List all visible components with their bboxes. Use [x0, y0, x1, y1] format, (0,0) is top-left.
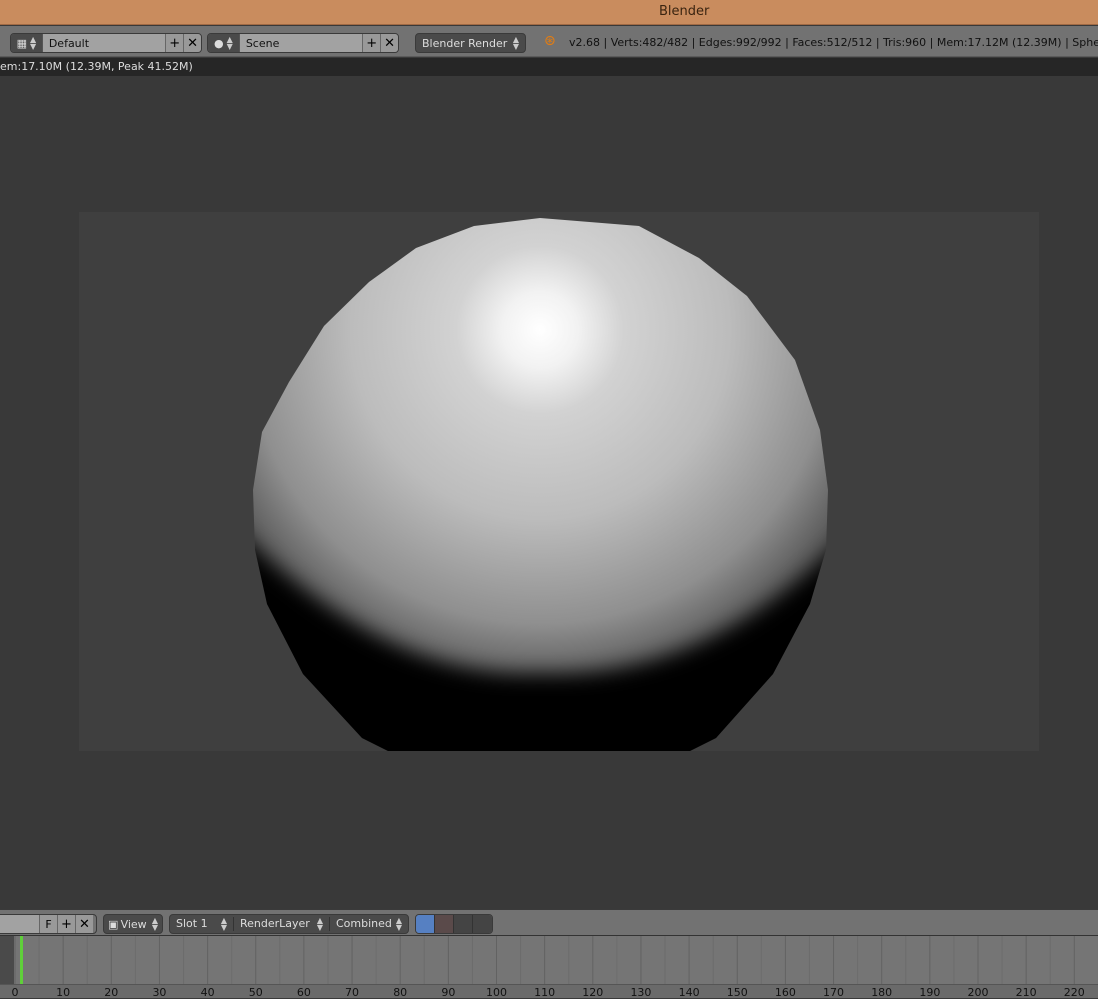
frame-tick-label: 70	[345, 986, 360, 999]
close-icon[interactable]: ✕	[183, 34, 201, 52]
timeline[interactable]: 0 10 20 30 40 50 60 70 80 90 100 110 120 130 140 150 160…	[0, 935, 1098, 999]
z-buffer-icon[interactable]	[454, 915, 473, 933]
render-layer-label: RenderLayer	[240, 917, 310, 930]
frame-tick-label: 160	[774, 986, 796, 999]
frame-tick-label: 170	[823, 986, 845, 999]
render-pass-dropdown[interactable]: Combined ▲ ▼	[330, 917, 408, 932]
frame-tick-label: 40	[200, 986, 215, 999]
frame-tick-label: 0	[11, 986, 19, 999]
timeline-grid	[14, 936, 1098, 984]
close-icon[interactable]: ✕	[75, 915, 93, 933]
frame-tick-label: 150	[726, 986, 748, 999]
color-only-icon[interactable]	[473, 915, 492, 933]
render-engine-dropdown[interactable]: Blender Render ▲ ▼	[415, 33, 526, 53]
scene-statistics: v2.68 | Verts:482/482 | Edges:992/992 | …	[569, 36, 1098, 49]
frame-tick-label: 180	[871, 986, 893, 999]
frame-tick-label: 100	[486, 986, 507, 999]
render-result-image	[79, 212, 1039, 751]
add-icon[interactable]: +	[57, 915, 75, 933]
frame-tick-label: 90	[441, 986, 456, 999]
info-header: ▦ ▲ ▼ Default + ✕ ● ▲ ▼ Scene + ✕ Blender Re…	[0, 26, 1098, 57]
frame-tick-label: 190	[919, 986, 941, 999]
render-pass-label: Combined	[336, 917, 392, 930]
screen-layout-field[interactable]: Default	[41, 34, 166, 52]
blender-logo-icon: ⊛	[544, 33, 556, 49]
frame-tick-label: 80	[393, 986, 408, 999]
sphere-render	[253, 218, 828, 751]
add-icon[interactable]: +	[165, 34, 184, 52]
frame-tick-label: 20	[104, 986, 119, 999]
frame-tick-label: 200	[967, 986, 989, 999]
color-alpha-icon[interactable]	[416, 915, 435, 933]
updown-icon: ▲ ▼	[512, 35, 519, 51]
slot-label: Slot 1	[176, 917, 208, 930]
render-layer-dropdown[interactable]: RenderLayer ▲ ▼	[234, 917, 330, 932]
frame-tick-label: 210	[1015, 986, 1037, 999]
add-icon[interactable]: +	[362, 34, 381, 52]
render-selectors: Slot 1 ▲ ▼ RenderLayer ▲ ▼ Combined ▲ ▼	[169, 914, 409, 934]
frame-tick-label: 60	[296, 986, 311, 999]
frame-tick-label: 120	[582, 986, 604, 999]
close-icon[interactable]: ✕	[380, 34, 398, 52]
layout-icon[interactable]: ▦ ▲ ▼	[11, 34, 42, 52]
render-status: em:17.10M (12.39M, Peak 41.52M)	[0, 58, 1098, 76]
screen-layout-selector[interactable]: ▦ ▲ ▼ Default + ✕	[10, 33, 202, 53]
frame-tick-label: 220	[1063, 986, 1085, 999]
fake-user-button[interactable]: F	[39, 915, 57, 933]
frame-tick-label: 130	[630, 986, 652, 999]
scene-field[interactable]: Scene	[238, 34, 363, 52]
frame-tick-label: 10	[56, 986, 71, 999]
scene-selector[interactable]: ● ▲ ▼ Scene + ✕	[207, 33, 399, 53]
render-engine-label: Blender Render	[422, 36, 508, 50]
image-selector[interactable]: F + ✕	[0, 914, 97, 934]
slot-dropdown[interactable]: Slot 1 ▲ ▼	[170, 917, 234, 932]
image-editor-header: F + ✕ ▣ View ▲ ▼ Slot 1 ▲ ▼ RenderLayer ▲ ▼ Com…	[0, 909, 1098, 935]
frame-tick-label: 50	[248, 986, 263, 999]
image-icon: ▣	[108, 917, 119, 931]
frame-tick-label: 110	[534, 986, 556, 999]
scene-icon[interactable]: ● ▲ ▼	[208, 34, 239, 52]
current-frame-indicator[interactable]	[19, 936, 23, 984]
image-name-field[interactable]	[0, 915, 39, 933]
view-label: View	[120, 917, 147, 931]
frame-ruler[interactable]: 0 10 20 30 40 50 60 70 80 90 100 110 120 130 140 150 160…	[0, 984, 1098, 999]
frame-tick-label: 140	[678, 986, 700, 999]
alpha-checker-icon[interactable]	[435, 915, 454, 933]
window-title: Blender	[659, 4, 710, 19]
frame-tick-label: 30	[152, 986, 167, 999]
draw-channels	[415, 914, 493, 934]
title-bar: Blender	[0, 0, 1098, 25]
view-menu[interactable]: ▣ View ▲ ▼	[103, 914, 163, 934]
